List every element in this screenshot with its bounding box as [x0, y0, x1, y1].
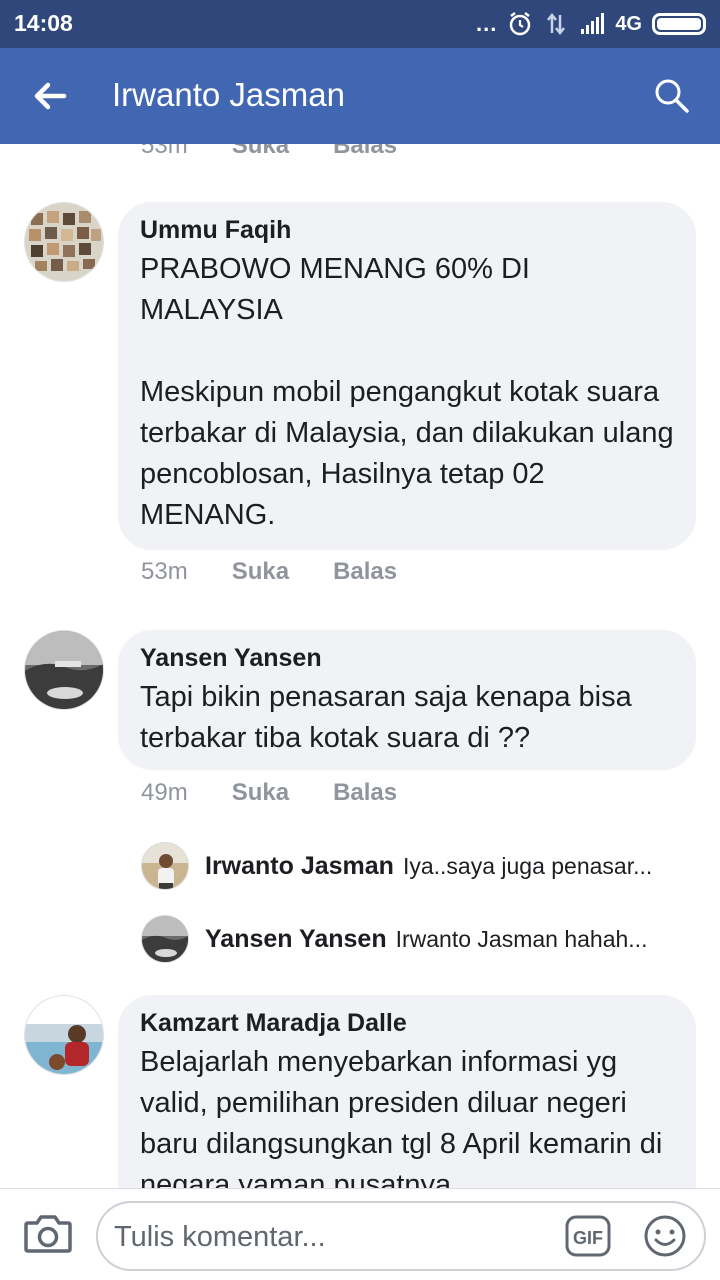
- reply-author[interactable]: Irwanto Jasman: [205, 852, 394, 881]
- reply-button[interactable]: Balas: [333, 558, 397, 586]
- page-title: Irwanto Jasman: [112, 76, 345, 113]
- comment-text: Belajarlah menyebarkan informasi yg vali…: [140, 1046, 663, 1188]
- avatar[interactable]: [24, 630, 104, 710]
- avatar-image: [25, 996, 103, 1074]
- reply-text: Irwanto Jasman hahah...: [395, 925, 648, 952]
- avatar-image: [142, 843, 188, 889]
- reply-text: Iya..saya juga penasar...: [402, 852, 653, 879]
- comment-author[interactable]: Ummu Faqih: [140, 216, 674, 245]
- comment-text: Tapi bikin penasaran saja kenapa bisa te…: [140, 681, 632, 754]
- reply-button[interactable]: Balas: [333, 779, 397, 807]
- avatar[interactable]: [141, 842, 189, 890]
- gif-icon[interactable]: GIF: [564, 1213, 612, 1259]
- comment-time: 53m: [141, 558, 188, 585]
- comment-author[interactable]: Yansen Yansen: [140, 644, 674, 673]
- like-button[interactable]: Suka: [232, 779, 289, 807]
- comment-bubble[interactable]: Yansen Yansen Tapi bikin penasaran saja …: [118, 630, 696, 770]
- search-icon[interactable]: [650, 74, 694, 118]
- comment-text: PRABOWO MENANG 60% DI MALAYSIA Meskipun …: [140, 253, 674, 531]
- comment-composer: Tulis komentar... GIF: [0, 1188, 720, 1280]
- comment-list[interactable]: 53m Suka Balas Ummu Faqih PRABOWO MENANG…: [0, 144, 720, 1188]
- alarm-icon: [510, 12, 531, 36]
- gif-label: GIF: [573, 1228, 603, 1248]
- notification-dots: ...: [475, 11, 498, 36]
- camera-icon[interactable]: [22, 1209, 74, 1257]
- status-icons: ... 4G: [476, 8, 706, 40]
- comment-author[interactable]: Kamzart Maradja Dalle: [140, 1009, 674, 1038]
- avatar-image: [25, 631, 103, 709]
- avatar-image: [142, 916, 188, 962]
- reply-button[interactable]: Balas: [333, 144, 397, 160]
- comment-time: 49m: [141, 779, 188, 806]
- data-transfer-icon: [547, 12, 566, 36]
- emoji-icon[interactable]: [642, 1213, 688, 1259]
- reply-item[interactable]: Yansen Yansen Irwanto Jasman hahah...: [141, 914, 701, 964]
- comment-bubble[interactable]: Kamzart Maradja Dalle Belajarlah menyeba…: [118, 995, 696, 1188]
- status-time: 14:08: [14, 10, 73, 36]
- comment-time: 53m: [141, 144, 188, 159]
- avatar[interactable]: [141, 915, 189, 963]
- comment-input[interactable]: Tulis komentar... GIF: [96, 1201, 706, 1271]
- network-type: 4G: [615, 12, 642, 35]
- status-bar: 14:08 ... 4G: [0, 0, 720, 48]
- reply-author[interactable]: Yansen Yansen: [205, 925, 387, 954]
- like-button[interactable]: Suka: [232, 558, 289, 586]
- comment-meta: 53m Suka Balas: [141, 558, 397, 586]
- avatar[interactable]: [24, 995, 104, 1075]
- comment-input-placeholder: Tulis komentar...: [114, 1221, 326, 1253]
- back-arrow-icon[interactable]: [28, 74, 72, 118]
- reply-item[interactable]: Irwanto Jasman Iya..saya juga penasar...: [141, 841, 701, 891]
- comment-meta: 49m Suka Balas: [141, 779, 397, 807]
- signal-icon: [581, 13, 605, 34]
- app-bar: Irwanto Jasman: [0, 48, 720, 144]
- like-button[interactable]: Suka: [232, 144, 289, 160]
- comment-meta: 53m Suka Balas: [141, 144, 397, 160]
- comment-bubble[interactable]: Ummu Faqih PRABOWO MENANG 60% DI MALAYSI…: [118, 202, 696, 550]
- avatar-image: [25, 203, 103, 281]
- battery-icon: [652, 13, 706, 35]
- avatar[interactable]: [24, 202, 104, 282]
